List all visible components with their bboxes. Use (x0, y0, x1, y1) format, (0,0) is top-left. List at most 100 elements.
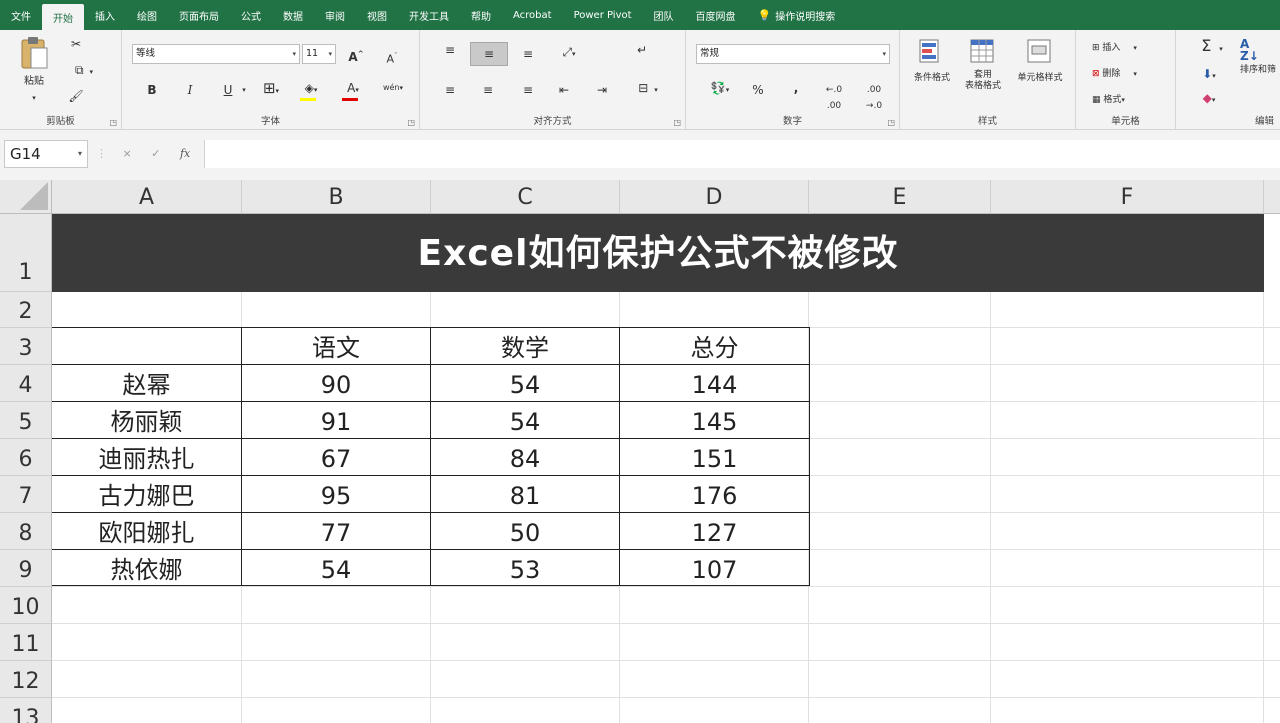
increase-decimal-button[interactable]: ←.0.00 (822, 82, 846, 114)
top-align-button[interactable]: ≡ (440, 42, 460, 58)
tab-home[interactable]: 开始 (42, 4, 84, 30)
tab-review[interactable]: 审阅 (314, 0, 356, 30)
sort-filter-button[interactable]: A Z↓ 排序和筛 (1240, 38, 1280, 78)
insert-function-icon[interactable]: fx (180, 147, 190, 160)
column-header-e[interactable]: E (809, 180, 991, 214)
tab-view[interactable]: 视图 (356, 0, 398, 30)
row-header-5[interactable]: 5 (0, 402, 52, 439)
header-cell-math[interactable]: 数学 (431, 328, 619, 364)
shrink-font-button[interactable]: Aˇ (384, 48, 400, 68)
number-format-dropdown[interactable]: 常规 ▾ (696, 44, 890, 64)
table-cell[interactable]: 91 (242, 402, 430, 438)
tab-developer[interactable]: 开发工具 (398, 0, 460, 30)
table-cell[interactable]: 热依娜 (52, 550, 241, 586)
row-header-4[interactable]: 4 (0, 365, 52, 402)
format-painter-button[interactable]: 🖌 (66, 88, 86, 104)
font-size-dropdown[interactable]: 11 ▾ (302, 44, 336, 64)
name-box[interactable]: G14 ▾ (4, 140, 88, 168)
format-cells-button[interactable]: ▦ 格式▾ (1092, 92, 1172, 108)
number-launcher-icon[interactable]: ◳ (887, 118, 895, 127)
decrease-decimal-button[interactable]: .00 →.0 (862, 82, 886, 114)
table-cell[interactable]: 53 (431, 550, 619, 586)
table-cell[interactable]: 欧阳娜扎 (52, 513, 241, 549)
clipboard-launcher-icon[interactable]: ◳ (109, 118, 117, 127)
tab-team[interactable]: 团队 (643, 0, 685, 30)
comma-style-button[interactable]: , (786, 80, 806, 96)
row-header-13[interactable]: 13 (0, 698, 52, 723)
table-cell[interactable]: 赵幂 (52, 365, 241, 401)
column-header-a[interactable]: A (52, 180, 242, 214)
paste-dropdown-icon[interactable]: ▾ (14, 90, 54, 106)
borders-button[interactable]: ⊞▾ (256, 80, 286, 99)
font-launcher-icon[interactable]: ◳ (407, 118, 415, 127)
phonetic-guide-button[interactable]: wén▾ (378, 80, 408, 96)
paste-button[interactable]: 粘贴 ▾ (14, 36, 54, 102)
font-color-button[interactable]: A▾ (338, 80, 368, 101)
worksheet-grid[interactable]: A B C D E F 1 2 3 4 5 6 7 8 9 10 11 12 1… (0, 180, 1280, 723)
row-header-3[interactable]: 3 (0, 328, 52, 365)
table-cell[interactable]: 67 (242, 439, 430, 475)
bold-button[interactable]: B (144, 82, 160, 98)
clear-button[interactable]: ◆▾ (1194, 90, 1224, 108)
tab-file[interactable]: 文件 (0, 0, 42, 30)
column-header-d[interactable]: D (620, 180, 809, 214)
underline-dropdown-icon[interactable]: ▾ (240, 82, 248, 98)
enter-icon[interactable]: ✓ (151, 147, 160, 160)
cancel-icon[interactable]: × (123, 147, 132, 160)
tab-acrobat[interactable]: Acrobat (502, 0, 563, 30)
decrease-indent-button[interactable]: ⇤ (554, 82, 574, 98)
table-cell[interactable]: 145 (620, 402, 809, 438)
tab-formulas[interactable]: 公式 (230, 0, 272, 30)
autosum-button[interactable]: Σ ▾ (1192, 38, 1232, 57)
row-header-2[interactable]: 2 (0, 292, 52, 328)
cell-styles-button[interactable]: 单元格样式 (1010, 38, 1070, 86)
row-header-10[interactable]: 10 (0, 587, 52, 624)
table-cell[interactable]: 81 (431, 476, 619, 512)
table-cell[interactable]: 50 (431, 513, 619, 549)
tell-me-search[interactable]: 💡 操作说明搜索 (747, 0, 847, 30)
table-cell[interactable]: 杨丽颖 (52, 402, 241, 438)
table-cell[interactable]: 90 (242, 365, 430, 401)
table-cell[interactable]: 176 (620, 476, 809, 512)
orientation-button[interactable]: ⤢▾ (554, 44, 584, 62)
row-header-12[interactable]: 12 (0, 661, 52, 698)
table-cell[interactable]: 54 (242, 550, 430, 586)
increase-indent-button[interactable]: ⇥ (592, 82, 612, 98)
tab-baidu-netdisk[interactable]: 百度网盘 (685, 0, 747, 30)
row-header-7[interactable]: 7 (0, 476, 52, 513)
align-left-button[interactable]: ≡ (440, 82, 460, 98)
font-name-dropdown[interactable]: 等线 ▾ (132, 44, 300, 64)
tab-power-pivot[interactable]: Power Pivot (563, 0, 643, 30)
column-header-c[interactable]: C (431, 180, 620, 214)
grow-font-button[interactable]: A^ (348, 46, 364, 65)
tab-insert[interactable]: 插入 (84, 0, 126, 30)
align-center-button[interactable]: ≡ (478, 82, 498, 98)
tab-data[interactable]: 数据 (272, 0, 314, 30)
table-cell[interactable]: 84 (431, 439, 619, 475)
delete-cells-button[interactable]: ⊠ 删除 ▾ (1092, 66, 1172, 82)
table-cell[interactable]: 迪丽热扎 (52, 439, 241, 475)
column-header-b[interactable]: B (242, 180, 431, 214)
column-header-g[interactable] (1264, 180, 1280, 214)
row-header-1[interactable]: 1 (0, 214, 52, 292)
fill-button[interactable]: ⬇▾ (1194, 66, 1224, 84)
sheet-title-banner[interactable]: Excel如何保护公式不被修改 (52, 214, 1264, 292)
row-header-11[interactable]: 11 (0, 624, 52, 661)
tab-help[interactable]: 帮助 (460, 0, 502, 30)
accounting-format-button[interactable]: 💱▾ (702, 80, 738, 98)
tab-draw[interactable]: 绘图 (126, 0, 168, 30)
align-right-button[interactable]: ≡ (518, 82, 538, 98)
header-cell-name[interactable] (52, 328, 241, 364)
select-all-button[interactable] (0, 180, 52, 214)
table-cell[interactable]: 144 (620, 365, 809, 401)
column-header-f[interactable]: F (991, 180, 1264, 214)
merge-center-button[interactable]: ⊟ ▾ (630, 80, 666, 98)
italic-button[interactable]: I (182, 82, 198, 98)
header-cell-chinese[interactable]: 语文 (242, 328, 430, 364)
insert-cells-button[interactable]: ⊞ 插入 ▾ (1092, 40, 1172, 56)
table-cell[interactable]: 54 (431, 365, 619, 401)
underline-button[interactable]: U (218, 82, 238, 98)
formula-input[interactable] (204, 140, 1280, 168)
row-header-6[interactable]: 6 (0, 439, 52, 476)
table-cell[interactable]: 151 (620, 439, 809, 475)
